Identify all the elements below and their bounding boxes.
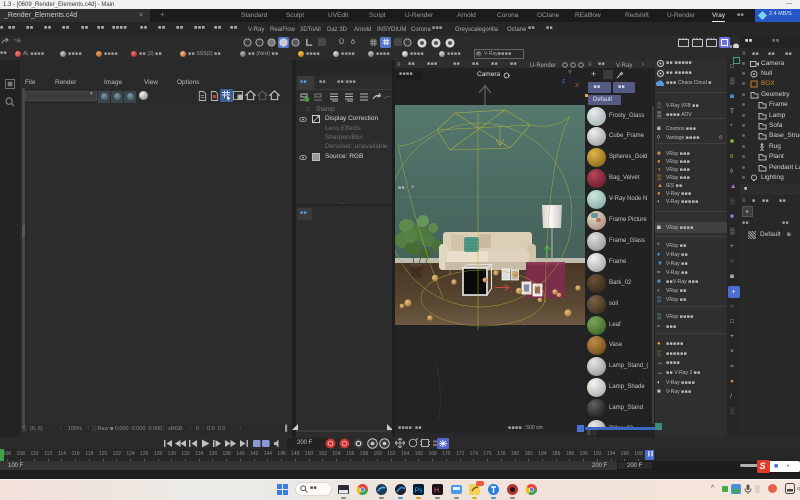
svg-text:Ps: Ps: [415, 488, 424, 495]
svg-text:H: H: [434, 488, 439, 495]
